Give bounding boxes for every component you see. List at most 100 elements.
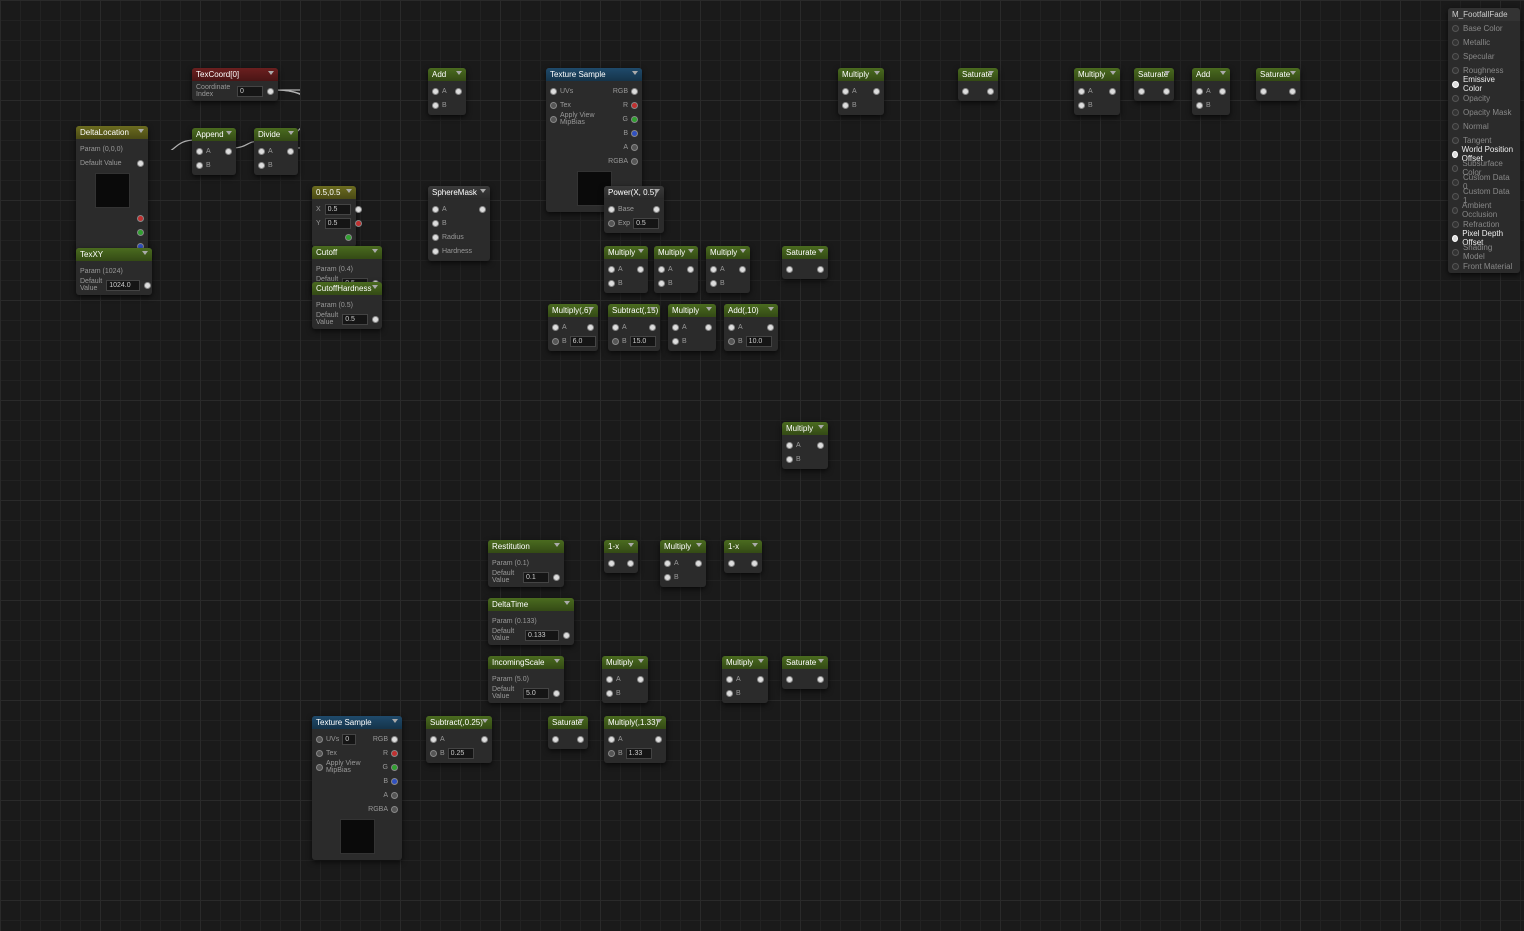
result-pin-ambient-occlusion[interactable]: Ambient Occlusion <box>1448 203 1520 217</box>
pin-rgb[interactable] <box>631 88 638 95</box>
pin-b[interactable] <box>726 690 733 697</box>
output-pin[interactable] <box>267 88 274 95</box>
node-saturate-top2[interactable]: Saturate <box>1134 68 1174 101</box>
b-input[interactable] <box>570 336 596 347</box>
collapse-icon[interactable] <box>226 131 232 135</box>
result-pin-front-material[interactable]: Front Material <box>1448 259 1520 273</box>
collapse-icon[interactable] <box>656 719 662 723</box>
collapse-icon[interactable] <box>482 719 488 723</box>
output-pin[interactable] <box>817 442 824 449</box>
pin-radius[interactable] <box>432 234 439 241</box>
collapse-icon[interactable] <box>654 189 660 193</box>
output-pin[interactable] <box>144 282 151 289</box>
pin-b[interactable] <box>196 162 203 169</box>
output-pin[interactable] <box>987 88 994 95</box>
output-pin[interactable] <box>372 316 379 323</box>
pin-a[interactable] <box>658 266 665 273</box>
pin-r[interactable] <box>355 220 362 227</box>
pin-b[interactable] <box>258 162 265 169</box>
collapse-icon[interactable] <box>632 71 638 75</box>
pin-a[interactable] <box>631 144 638 151</box>
output-pin[interactable] <box>873 88 880 95</box>
pin-r[interactable] <box>631 102 638 109</box>
node-spheremask[interactable]: SphereMask A B Radius Hardness <box>428 186 490 261</box>
pin-tex[interactable] <box>316 750 323 757</box>
node-multiply-d[interactable]: Multiply AB <box>668 304 716 351</box>
b-input[interactable] <box>630 336 656 347</box>
node-multiply-c[interactable]: Multiply AB <box>706 246 750 293</box>
collapse-icon[interactable] <box>1290 71 1296 75</box>
output-pin[interactable] <box>817 266 824 273</box>
output-pin[interactable] <box>481 736 488 743</box>
pin-uvs[interactable] <box>316 736 323 743</box>
pin-b[interactable] <box>612 338 619 345</box>
node-subtract-025[interactable]: Subtract(,0.25) AB <box>426 716 492 763</box>
output-pin[interactable] <box>1163 88 1170 95</box>
collapse-icon[interactable] <box>628 543 634 547</box>
collapse-icon[interactable] <box>564 601 570 605</box>
pin-b[interactable] <box>608 280 615 287</box>
pin-in[interactable] <box>728 560 735 567</box>
pin-b[interactable] <box>391 778 398 785</box>
pin-in[interactable] <box>552 736 559 743</box>
pin-a[interactable] <box>1078 88 1085 95</box>
pin-a[interactable] <box>842 88 849 95</box>
pin-in[interactable] <box>962 88 969 95</box>
output-pin[interactable] <box>739 266 746 273</box>
pin-b[interactable] <box>432 220 439 227</box>
pin-a[interactable] <box>432 88 439 95</box>
collapse-icon[interactable] <box>818 249 824 253</box>
node-deltatime[interactable]: DeltaTime Param (0.133)Default Value <box>488 598 574 645</box>
collapse-icon[interactable] <box>638 249 644 253</box>
node-deltalocation[interactable]: DeltaLocation Param (0,0,0) Default Valu… <box>76 126 148 256</box>
pin-a[interactable] <box>432 206 439 213</box>
node-multiply-6[interactable]: Multiply(,6) AB <box>548 304 598 351</box>
pin-g[interactable] <box>631 116 638 123</box>
collapse-icon[interactable] <box>372 285 378 289</box>
node-hardness[interactable]: CutoffHardness Param (0.5) Default Value <box>312 282 382 329</box>
node-saturate-row[interactable]: Saturate <box>782 246 828 279</box>
uvs-input[interactable] <box>342 734 356 745</box>
pin-a[interactable] <box>608 736 615 743</box>
output-pin[interactable] <box>637 266 644 273</box>
coord-index-input[interactable] <box>237 86 263 97</box>
node-oneminus-2[interactable]: 1-x <box>724 540 762 573</box>
output-pin[interactable] <box>577 736 584 743</box>
pin-g[interactable] <box>345 234 352 241</box>
pin-tex[interactable] <box>550 102 557 109</box>
node-multiply-a[interactable]: Multiply AB <box>604 246 648 293</box>
result-pin-metallic[interactable]: Metallic <box>1448 35 1520 49</box>
pin-mip[interactable] <box>550 116 557 123</box>
pin-r[interactable] <box>391 750 398 757</box>
node-multiply-e[interactable]: Multiply AB <box>660 540 706 587</box>
node-divide[interactable]: Divide A B <box>254 128 298 175</box>
node-saturate-bot[interactable]: Saturate <box>782 656 828 689</box>
output-pin[interactable] <box>627 560 634 567</box>
pin-in[interactable] <box>1260 88 1267 95</box>
collapse-icon[interactable] <box>268 71 274 75</box>
pin-mip[interactable] <box>316 764 323 771</box>
pin-b[interactable] <box>728 338 735 345</box>
output-pin[interactable] <box>705 324 712 331</box>
b-input[interactable] <box>626 748 652 759</box>
output-pin[interactable] <box>587 324 594 331</box>
collapse-icon[interactable] <box>392 719 398 723</box>
output-pin[interactable] <box>355 206 362 213</box>
pin-rgb[interactable] <box>391 736 398 743</box>
node-texxy[interactable]: TexXY Param (1024) Default Value <box>76 248 152 295</box>
pin-hard[interactable] <box>432 248 439 255</box>
pin-b[interactable] <box>658 280 665 287</box>
pin-in[interactable] <box>786 676 793 683</box>
node-saturate-top1[interactable]: Saturate <box>958 68 998 101</box>
collapse-icon[interactable] <box>752 543 758 547</box>
pin-r[interactable] <box>137 215 144 222</box>
collapse-icon[interactable] <box>874 71 880 75</box>
output-pin[interactable] <box>817 676 824 683</box>
node-multiply-mid[interactable]: Multiply AB <box>782 422 828 469</box>
pin-a[interactable] <box>258 148 265 155</box>
output-pin[interactable] <box>287 148 294 155</box>
node-append[interactable]: Append A B <box>192 128 236 175</box>
pin-a[interactable] <box>606 676 613 683</box>
dv-input[interactable] <box>525 630 559 641</box>
pin-a[interactable] <box>710 266 717 273</box>
